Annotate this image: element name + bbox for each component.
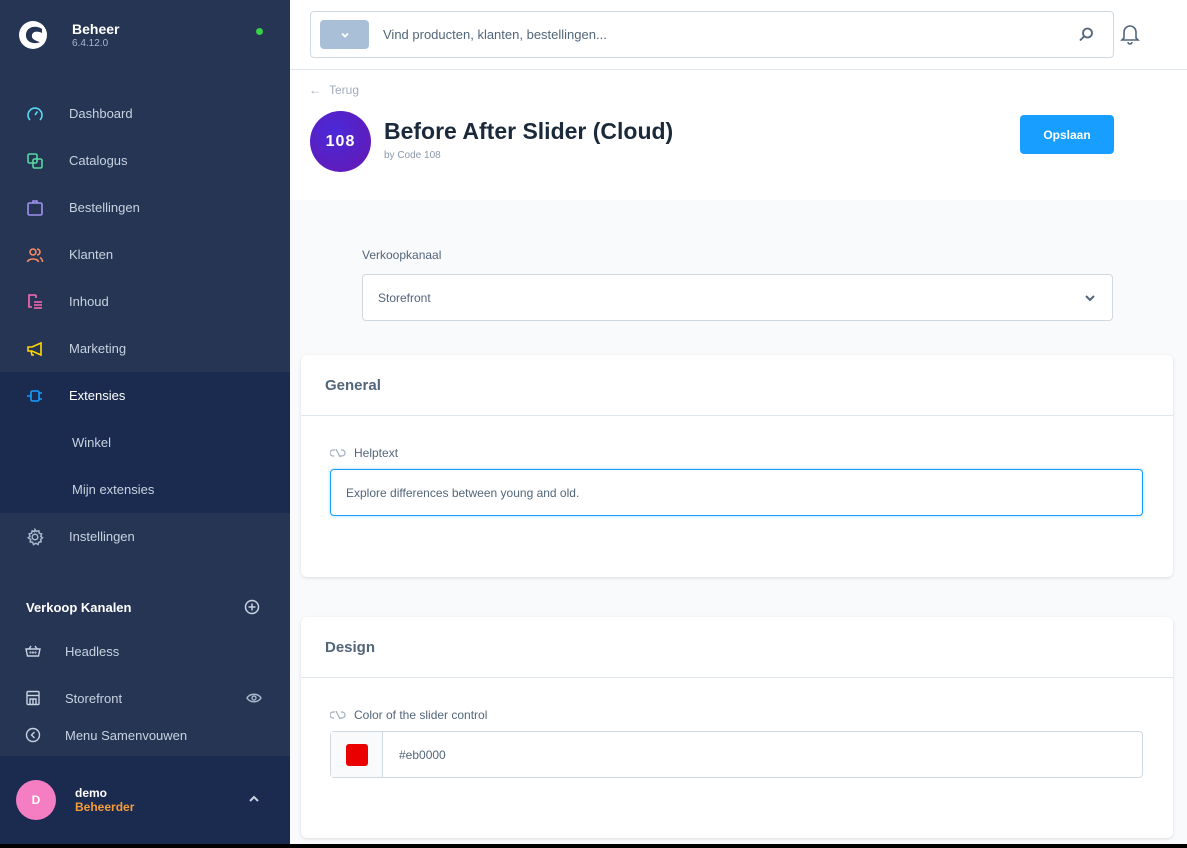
general-card: General Helptext	[301, 355, 1173, 577]
sales-channels-header: Verkoop Kanalen	[26, 594, 260, 620]
sidebar: Beheer 6.4.12.0 Dashboard Catalogus Best…	[0, 0, 290, 844]
chevron-down-icon	[340, 32, 349, 38]
page-title: Before After Slider (Cloud)	[384, 118, 674, 144]
sales-channel-select[interactable]: Storefront	[362, 274, 1113, 321]
online-status-indicator	[256, 28, 263, 35]
brand-title: Beheer	[72, 20, 120, 37]
sales-channel-label: Headless	[65, 643, 120, 659]
user-role: Beheerder	[75, 800, 135, 814]
color-label: Color of the slider control	[354, 708, 488, 722]
color-swatch-button[interactable]	[331, 732, 383, 777]
collapse-menu-label: Menu Samenvouwen	[65, 727, 188, 743]
page-header: ← Terug 108 Before After Slider (Cloud) …	[290, 70, 1187, 200]
user-info: demo Beheerder	[75, 786, 134, 814]
top-bar	[290, 0, 1187, 70]
sales-channel-headless[interactable]: Headless	[0, 636, 290, 666]
chevron-down-icon	[1085, 295, 1095, 302]
link-icon[interactable]	[330, 448, 346, 458]
storefront-icon	[25, 690, 41, 706]
sales-channel-label: Verkoopkanaal	[362, 248, 442, 262]
basket-icon	[25, 643, 41, 659]
extension-author: by Code 108	[384, 150, 441, 161]
link-icon[interactable]	[330, 710, 346, 720]
gear-icon	[25, 527, 45, 547]
nav-item-dashboard[interactable]: Dashboard	[0, 90, 290, 137]
avatar: D	[16, 780, 56, 820]
nav-item-customers[interactable]: Klanten	[0, 231, 290, 278]
extensions-submenu: Winkel Mijn extensies	[0, 419, 290, 513]
nav-item-marketing[interactable]: Marketing	[0, 325, 290, 372]
extensions-icon	[25, 386, 45, 406]
nav-item-orders[interactable]: Bestellingen	[0, 184, 290, 231]
card-title: Design	[301, 617, 1173, 678]
nav-label: Klanten	[69, 247, 114, 262]
sales-channels-title: Verkoop Kanalen	[26, 599, 132, 615]
card-title: General	[301, 355, 1173, 416]
screen-bottom-edge	[0, 844, 1187, 848]
search-bar	[310, 11, 1114, 58]
sales-channel-value: Storefront	[378, 290, 431, 305]
catalog-icon	[25, 151, 45, 171]
marketing-icon	[25, 339, 45, 359]
color-picker-field[interactable]: #eb0000	[330, 731, 1143, 778]
sub-item-my-extensions[interactable]: Mijn extensies	[0, 466, 290, 513]
card-body: Helptext	[301, 416, 1173, 516]
shopware-logo-icon[interactable]	[18, 20, 48, 50]
nav-label: Catalogus	[69, 153, 128, 168]
search-type-dropdown[interactable]	[320, 20, 369, 49]
back-link[interactable]: ← Terug	[309, 83, 359, 97]
sales-channel-storefront[interactable]: Storefront	[0, 683, 290, 713]
color-swatch	[345, 743, 368, 766]
user-menu[interactable]: D demo Beheerder	[0, 756, 290, 844]
color-value[interactable]: #eb0000	[383, 732, 446, 777]
sales-channel-label: Storefront	[65, 690, 123, 706]
field-label: Helptext	[330, 446, 1144, 460]
helptext-label: Helptext	[354, 446, 399, 460]
version-label: 6.4.12.0	[72, 37, 109, 49]
nav-label: Extensies	[69, 388, 126, 403]
nav-item-catalog[interactable]: Catalogus	[0, 137, 290, 184]
nav-label: Instellingen	[69, 529, 135, 544]
back-label: Terug	[329, 83, 360, 97]
nav-item-content[interactable]: Inhoud	[0, 278, 290, 325]
nav-item-extensions[interactable]: Extensies	[0, 372, 290, 419]
nav-item-settings[interactable]: Instellingen	[0, 513, 290, 560]
brand: Beheer 6.4.12.0	[72, 21, 119, 50]
search-input[interactable]	[383, 27, 1043, 42]
nav-label: Marketing	[69, 341, 127, 356]
user-name: demo	[75, 786, 108, 800]
extension-logo: 108	[310, 111, 371, 172]
content-icon	[25, 292, 45, 312]
notification-bell-icon[interactable]	[1119, 22, 1141, 46]
eye-icon[interactable]	[246, 690, 262, 706]
save-button[interactable]: Opslaan	[1020, 115, 1114, 154]
sales-channel-selector: Verkoopkanaal Storefront	[362, 248, 1113, 321]
design-card: Design Color of the slider control #eb00…	[301, 617, 1173, 838]
card-body: Color of the slider control #eb0000	[301, 678, 1173, 778]
chevron-up-icon[interactable]	[248, 794, 260, 804]
sub-item-store[interactable]: Winkel	[0, 419, 290, 466]
arrow-left-icon: ←	[309, 83, 321, 97]
nav-label: Inhoud	[69, 294, 109, 309]
search-icon[interactable]	[1077, 26, 1095, 44]
collapse-menu-button[interactable]: Menu Samenvouwen	[0, 720, 290, 750]
helptext-input[interactable]	[330, 469, 1143, 516]
chevron-left-circle-icon	[25, 727, 41, 743]
field-label: Color of the slider control	[330, 708, 1144, 722]
main-content: ← Terug 108 Before After Slider (Cloud) …	[290, 0, 1187, 844]
customers-icon	[25, 245, 45, 265]
dashboard-icon	[25, 104, 45, 124]
main-nav: Dashboard Catalogus Bestellingen Klanten…	[0, 90, 290, 560]
nav-label: Dashboard	[69, 106, 133, 121]
nav-label: Bestellingen	[69, 200, 140, 215]
add-sales-channel-icon[interactable]	[244, 599, 260, 615]
orders-icon	[25, 198, 45, 218]
sidebar-header: Beheer 6.4.12.0	[0, 0, 290, 70]
